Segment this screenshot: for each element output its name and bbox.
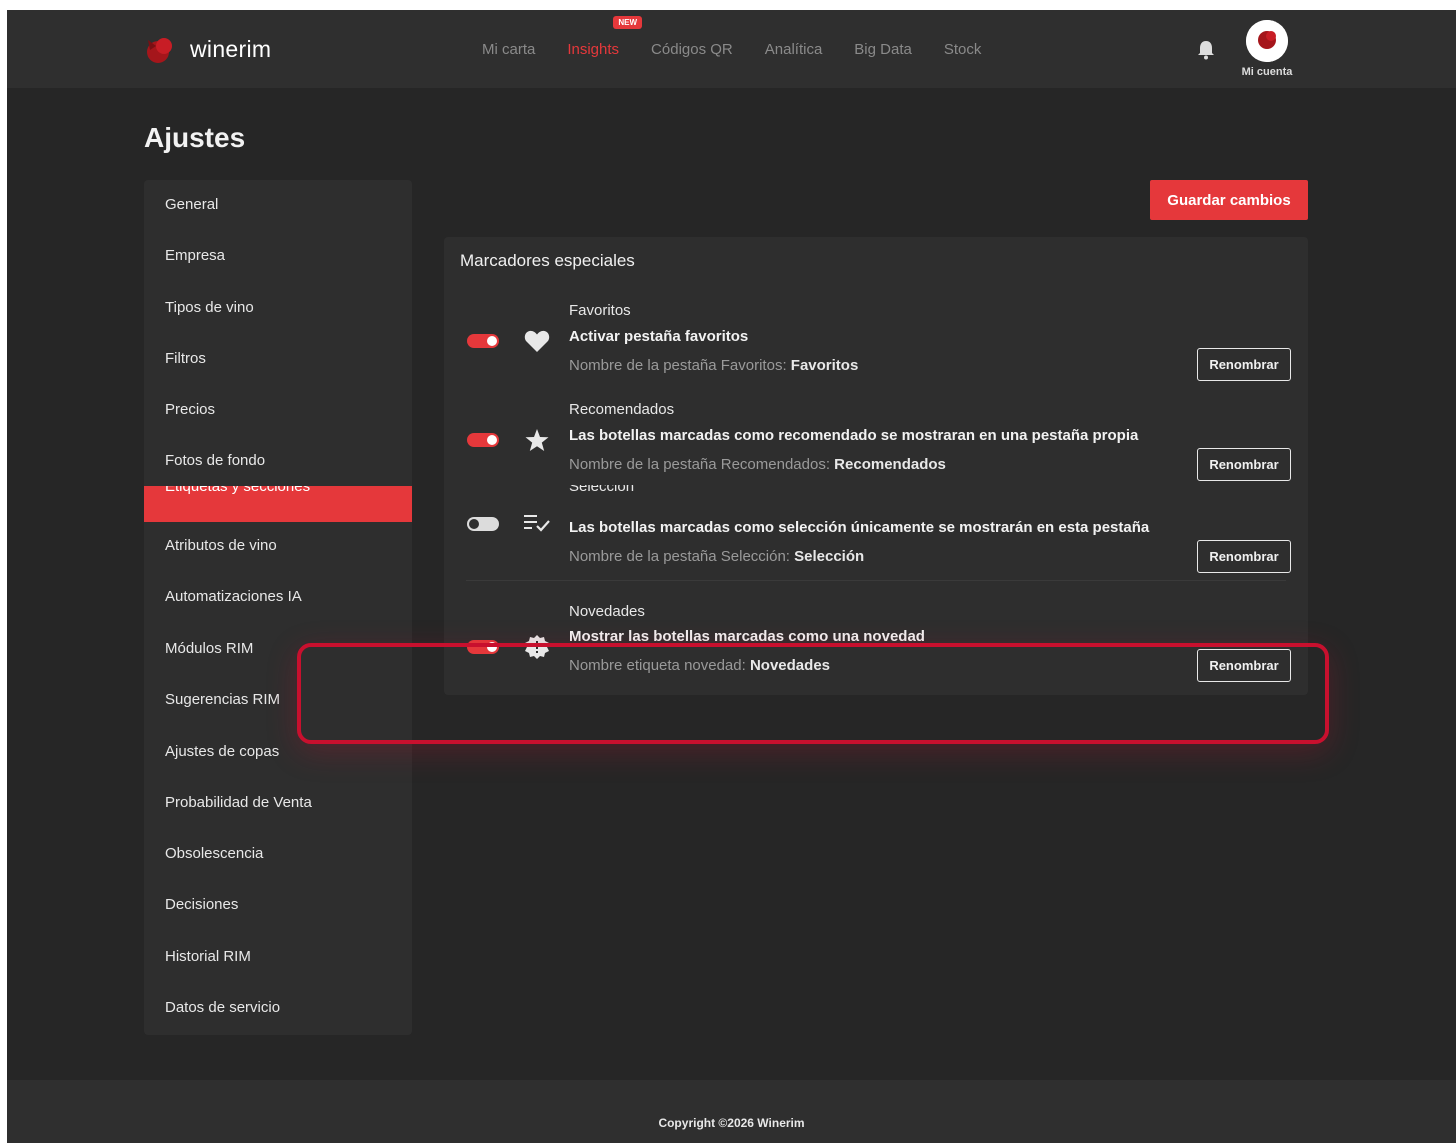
seleccion-toggle[interactable] — [467, 517, 499, 531]
nav-codigos-qr[interactable]: Códigos QR — [651, 41, 733, 58]
sidebar-item-etiquetas-y-secciones[interactable]: Etiquetas y secciones — [144, 486, 412, 522]
recomendados-toggle[interactable] — [467, 433, 499, 447]
novedades-meta-value: Novedades — [749, 657, 831, 674]
account-menu[interactable]: Mi cuenta — [1231, 20, 1303, 78]
nav-mi-carta[interactable]: Mi carta — [482, 41, 535, 58]
recomendados-meta: Nombre de la pestaña Recomendados: Recom… — [569, 456, 946, 473]
sidebar-item-ajustes-de-copas[interactable]: Ajustes de copas — [144, 735, 412, 769]
copyright-text: Copyright ©2026 Winerim — [658, 1116, 805, 1130]
sidebar-item-automatizaciones-ia[interactable]: Automatizaciones IA — [144, 580, 412, 614]
nav-insights[interactable]: Insights NEW — [567, 16, 643, 58]
rename-seleccion-button[interactable]: Renombrar — [1197, 540, 1291, 573]
account-label: Mi cuenta — [1241, 66, 1293, 78]
nav-insights-label: Insights — [567, 41, 620, 58]
sidebar-item-probabilidad-de-venta[interactable]: Probabilidad de Venta — [144, 786, 412, 820]
playlist-check-icon — [523, 509, 551, 537]
novedades-meta-label: Nombre etiqueta novedad: — [569, 657, 746, 674]
novedades-meta: Nombre etiqueta novedad: Novedades — [569, 657, 830, 674]
sidebar-item-active-label: Etiquetas y secciones — [165, 486, 311, 495]
heart-icon — [523, 327, 551, 355]
seleccion-description: Las botellas marcadas como selección úni… — [569, 519, 1150, 536]
sidebar-item-atributos-de-vino[interactable]: Atributos de vino — [144, 529, 412, 563]
new-badge-icon — [523, 633, 551, 661]
seleccion-name: Selección — [569, 485, 635, 495]
sidebar-item-sugerencias-rim[interactable]: Sugerencias RIM — [144, 683, 412, 717]
seleccion-meta: Nombre de la pestaña Selección: Selecció… — [569, 548, 864, 565]
favoritos-meta-label: Nombre de la pestaña Favoritos: — [569, 357, 787, 374]
avatar — [1246, 20, 1288, 62]
nav-stock[interactable]: Stock — [944, 41, 982, 58]
logo[interactable]: winerim — [144, 32, 271, 66]
card-title: Marcadores especiales — [460, 251, 635, 270]
sidebar-item-obsolescencia[interactable]: Obsolescencia — [144, 837, 412, 871]
novedades-toggle[interactable] — [467, 640, 499, 654]
favoritos-name: Favoritos — [569, 302, 631, 319]
sidebar-item-historial-rim[interactable]: Historial RIM — [144, 940, 412, 974]
favoritos-meta-value: Favoritos — [790, 357, 859, 374]
nav-analitica[interactable]: Analítica — [765, 41, 823, 58]
special-markers-card: Marcadores especiales Favoritos Activar … — [444, 237, 1308, 695]
sidebar-item-empresa[interactable]: Empresa — [144, 239, 412, 273]
sidebar-item-decisiones[interactable]: Decisiones — [144, 888, 412, 922]
recomendados-name: Recomendados — [569, 401, 675, 418]
sidebar-item-datos-de-servicio[interactable]: Datos de servicio — [144, 991, 412, 1025]
sidebar-item-general[interactable]: General — [144, 188, 412, 222]
novedades-description: Mostrar las botellas marcadas como una n… — [569, 628, 925, 645]
seleccion-meta-label: Nombre de la pestaña Selección: — [569, 548, 790, 565]
sidebar-item-filtros[interactable]: Filtros — [144, 342, 412, 376]
sidebar-item-tipos-de-vino[interactable]: Tipos de vino — [144, 291, 412, 325]
nav-big-data[interactable]: Big Data — [854, 41, 912, 58]
page-title: Ajustes — [144, 122, 246, 153]
top-header: winerim Mi carta Insights NEW Códigos QR… — [7, 10, 1456, 88]
app-window: winerim Mi carta Insights NEW Códigos QR… — [7, 10, 1456, 1143]
favoritos-meta: Nombre de la pestaña Favoritos: Favorito… — [569, 357, 858, 374]
rename-favoritos-button[interactable]: Renombrar — [1197, 348, 1291, 381]
recomendados-meta-value: Recomendados — [834, 456, 946, 473]
main-nav: Mi carta Insights NEW Códigos QR Analíti… — [482, 16, 1013, 58]
favoritos-toggle[interactable] — [467, 334, 499, 348]
star-icon — [523, 426, 551, 454]
settings-sidebar: General Empresa Tipos de vino Filtros Pr… — [144, 180, 412, 1035]
sidebar-item-fotos-de-fondo[interactable]: Fotos de fondo — [144, 444, 412, 478]
footer: Copyright ©2026 Winerim — [7, 1080, 1456, 1143]
sidebar-item-modulos-rim[interactable]: Módulos RIM — [144, 632, 412, 666]
rename-recomendados-button[interactable]: Renombrar — [1197, 448, 1291, 481]
novedades-name: Novedades — [569, 603, 645, 620]
sidebar-item-precios[interactable]: Precios — [144, 393, 412, 427]
logo-text: winerim — [190, 35, 272, 62]
recomendados-description: Las botellas marcadas como recomendado s… — [569, 427, 1139, 444]
bell-icon[interactable] — [1197, 40, 1215, 60]
favoritos-description: Activar pestaña favoritos — [569, 328, 749, 345]
row-divider — [466, 580, 1286, 581]
rename-novedades-button[interactable]: Renombrar — [1197, 649, 1291, 682]
save-button[interactable]: Guardar cambios — [1150, 180, 1308, 220]
recomendados-meta-label: Nombre de la pestaña Recomendados: — [569, 456, 830, 473]
seleccion-meta-value: Selección — [794, 548, 865, 565]
winerim-logo-icon — [144, 32, 178, 66]
new-badge: NEW — [613, 16, 643, 29]
